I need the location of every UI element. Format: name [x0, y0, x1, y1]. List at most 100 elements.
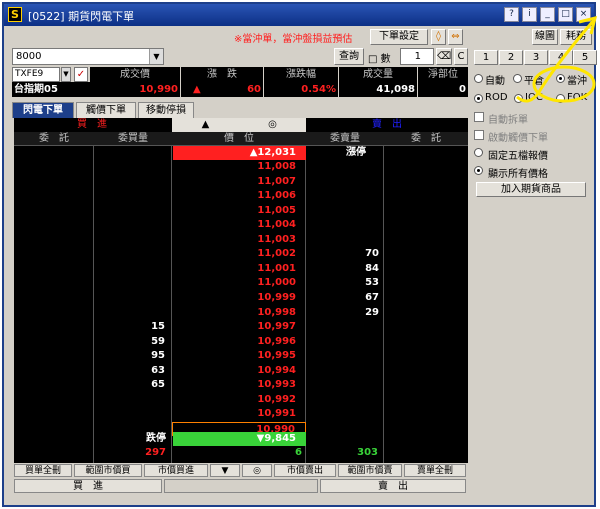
- bid-qty-cell[interactable]: [94, 393, 169, 407]
- range-market-buy-button[interactable]: 範圍市價買: [74, 464, 142, 477]
- range-market-sell-button[interactable]: 範圍市價賣: [338, 464, 402, 477]
- account-select[interactable]: 8000 ▼: [12, 48, 164, 65]
- buy-order-cell[interactable]: [14, 175, 94, 189]
- sell-order-cell[interactable]: [384, 364, 468, 378]
- query-button[interactable]: 查詢: [334, 48, 364, 65]
- auto-split-checkbox[interactable]: [474, 112, 484, 122]
- ask-qty-cell[interactable]: 84: [306, 262, 383, 276]
- ask-qty-cell[interactable]: [306, 204, 383, 218]
- sell-order-cell[interactable]: [384, 247, 468, 261]
- buy-order-cell[interactable]: [14, 335, 94, 349]
- swap-icon[interactable]: ⇔: [448, 29, 463, 45]
- lock-icon[interactable]: ◊: [431, 29, 446, 45]
- ask-qty-cell[interactable]: [306, 160, 383, 174]
- order-settings-button[interactable]: 下單設定: [370, 29, 428, 45]
- ask-qty-cell[interactable]: [306, 175, 383, 189]
- bid-qty-cell[interactable]: 15: [94, 320, 169, 334]
- preset-1-button[interactable]: 1: [474, 50, 498, 65]
- buy-order-cell[interactable]: [14, 247, 94, 261]
- sell-order-cell[interactable]: [384, 276, 468, 290]
- sell-order-cell[interactable]: [384, 175, 468, 189]
- ask-qty-cell[interactable]: [306, 320, 383, 334]
- bid-qty-cell[interactable]: [94, 276, 169, 290]
- buy-order-cell[interactable]: [14, 204, 94, 218]
- bid-qty-cell[interactable]: 63: [94, 364, 169, 378]
- buy-order-cell[interactable]: [14, 276, 94, 290]
- ask-qty-cell[interactable]: [306, 407, 383, 421]
- chevron-down-icon[interactable]: ▼: [61, 67, 71, 82]
- bid-qty-cell[interactable]: [94, 160, 169, 174]
- sell-order-cell[interactable]: [384, 320, 468, 334]
- sell-order-cell[interactable]: [384, 393, 468, 407]
- buy-order-cell[interactable]: [14, 160, 94, 174]
- sell-order-cell[interactable]: [384, 262, 468, 276]
- scroll-up-icon[interactable]: ▲: [172, 118, 239, 132]
- limit-down-price[interactable]: ▼9,845: [173, 432, 306, 446]
- buy-order-cell[interactable]: [14, 393, 94, 407]
- buy-order-cell[interactable]: [14, 320, 94, 334]
- market-sell-button[interactable]: 市價賣出: [274, 464, 336, 477]
- sell-order-cell[interactable]: [384, 335, 468, 349]
- bid-qty-cell[interactable]: [94, 291, 169, 305]
- sell-order-cell[interactable]: [384, 291, 468, 305]
- ask-qty-cell[interactable]: [306, 218, 383, 232]
- trigger-order-checkbox[interactable]: [474, 130, 484, 140]
- ask-qty-cell[interactable]: [306, 349, 383, 363]
- buy-action-button[interactable]: 買 進: [14, 479, 162, 493]
- sell-order-cell[interactable]: [384, 233, 468, 247]
- ask-qty-cell[interactable]: [306, 189, 383, 203]
- buy-order-cell[interactable]: [14, 364, 94, 378]
- bid-qty-cell[interactable]: 95: [94, 349, 169, 363]
- ask-qty-cell[interactable]: [306, 335, 383, 349]
- cancel-all-buy-button[interactable]: 買單全刪: [14, 464, 72, 477]
- eraser-icon[interactable]: ⌫: [436, 48, 452, 65]
- buy-order-cell[interactable]: [14, 378, 94, 392]
- buy-order-cell[interactable]: [14, 262, 94, 276]
- buy-order-cell[interactable]: [14, 233, 94, 247]
- ask-qty-cell[interactable]: 67: [306, 291, 383, 305]
- tab-flash-order[interactable]: 閃電下單: [12, 102, 74, 118]
- sell-order-cell[interactable]: [384, 407, 468, 421]
- sell-order-cell[interactable]: [384, 189, 468, 203]
- bid-qty-cell[interactable]: [94, 175, 169, 189]
- limit-up-price[interactable]: ▲12,031: [173, 146, 306, 160]
- sell-action-button[interactable]: 賣 出: [320, 479, 466, 493]
- sell-order-cell[interactable]: [384, 349, 468, 363]
- radio-show-all[interactable]: [474, 166, 483, 175]
- buy-order-cell[interactable]: [14, 291, 94, 305]
- chevron-down-icon[interactable]: ▼: [149, 49, 163, 64]
- sell-order-cell[interactable]: [384, 306, 468, 320]
- radio-auto[interactable]: [474, 74, 483, 83]
- ask-qty-cell[interactable]: 70: [306, 247, 383, 261]
- bid-qty-cell[interactable]: [94, 407, 169, 421]
- cancel-all-sell-button[interactable]: 賣單全刪: [404, 464, 466, 477]
- bid-qty-cell[interactable]: [94, 306, 169, 320]
- bid-qty-cell[interactable]: [94, 262, 169, 276]
- ask-qty-cell[interactable]: 53: [306, 276, 383, 290]
- buy-order-cell[interactable]: [14, 189, 94, 203]
- buy-order-cell[interactable]: [14, 218, 94, 232]
- sell-order-cell[interactable]: [384, 218, 468, 232]
- add-futures-button[interactable]: 加入期貨商品: [476, 182, 586, 197]
- ask-qty-cell[interactable]: [306, 364, 383, 378]
- bid-qty-cell[interactable]: [94, 218, 169, 232]
- sell-order-cell[interactable]: [384, 378, 468, 392]
- buy-order-cell[interactable]: [14, 349, 94, 363]
- qty-input[interactable]: 1: [400, 48, 434, 65]
- bid-qty-cell[interactable]: [94, 204, 169, 218]
- buy-order-cell[interactable]: [14, 306, 94, 320]
- ask-qty-cell[interactable]: [306, 393, 383, 407]
- ask-qty-cell[interactable]: [306, 233, 383, 247]
- bid-qty-cell[interactable]: [94, 247, 169, 261]
- ask-qty-cell[interactable]: [306, 378, 383, 392]
- c-button[interactable]: C: [454, 48, 468, 65]
- checkmark-icon[interactable]: ✓: [74, 67, 88, 82]
- symbol-select[interactable]: TXFE9: [12, 67, 60, 82]
- market-buy-button[interactable]: 市價買進: [144, 464, 208, 477]
- tab-trailing-stop[interactable]: 移動停損: [138, 102, 194, 118]
- sell-order-cell[interactable]: [384, 160, 468, 174]
- radio-fixed-five[interactable]: [474, 148, 483, 157]
- tab-touch-order[interactable]: 觸價下單: [76, 102, 136, 118]
- buy-order-cell[interactable]: [14, 407, 94, 421]
- bid-qty-cell[interactable]: [94, 189, 169, 203]
